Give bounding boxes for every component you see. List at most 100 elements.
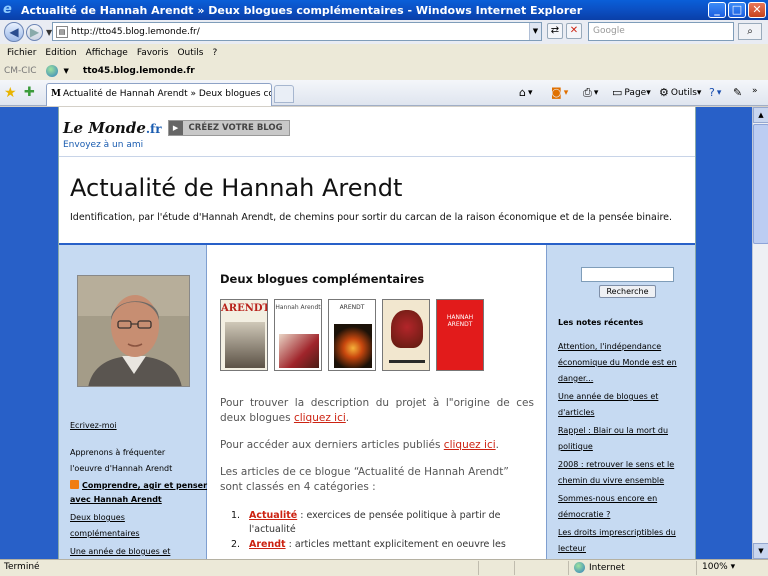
post-paragraph: Les articles de ce blogue “Actualité de … bbox=[220, 465, 534, 494]
recent-post-link[interactable]: Rappel : Blair ou la mort du politique bbox=[558, 423, 688, 455]
lemonde-bar: Le Monde.fr ▶ CRÉEZ VOTRE BLOG bbox=[63, 119, 290, 137]
latest-articles-link[interactable]: cliquez ici bbox=[444, 439, 496, 451]
sidebar-text-line: Apprenons à fréquenter bbox=[70, 448, 166, 457]
tools-menu-label: Outils bbox=[670, 87, 697, 98]
sidebar-page-link[interactable]: Une année de blogues et bbox=[70, 547, 170, 556]
scroll-down-icon[interactable]: ▼ bbox=[753, 543, 768, 559]
category-link[interactable]: Arendt bbox=[249, 539, 286, 550]
logo-main: Le Monde bbox=[63, 119, 146, 137]
menu-favoris[interactable]: Favoris bbox=[137, 48, 169, 58]
blog-title[interactable]: Actualité de Hannah Arendt bbox=[70, 174, 402, 202]
play-icon: ▶ bbox=[168, 121, 183, 135]
recent-post-link[interactable]: Attention, l'indépendance économique du … bbox=[558, 339, 688, 387]
address-row: ◀ ▶ ▼ ▤ http://tto45.blog.lemonde.fr/ ▼ … bbox=[0, 20, 768, 44]
minimize-button[interactable]: _ bbox=[708, 2, 726, 18]
new-tab-button[interactable] bbox=[274, 85, 294, 103]
back-button[interactable]: ◀ bbox=[4, 22, 24, 42]
sidebar-page-link[interactable]: complémentaires bbox=[70, 529, 140, 538]
refresh-go-icon[interactable]: ⇄ bbox=[547, 23, 563, 39]
vertical-scrollbar[interactable]: ▲ ▼ bbox=[752, 107, 768, 559]
page-viewport: Le Monde.fr ▶ CRÉEZ VOTRE BLOG Envoyez à … bbox=[0, 107, 768, 559]
header-divider bbox=[59, 156, 695, 157]
tab-active[interactable]: M Actualité de Hannah Arendt » Deux blogu… bbox=[46, 83, 272, 106]
menu-affichage[interactable]: Affichage bbox=[86, 48, 128, 58]
gear-icon: ⚙ bbox=[659, 86, 669, 99]
author-portrait bbox=[78, 276, 189, 386]
links-dropdown-icon[interactable]: ▼ bbox=[64, 67, 69, 75]
feed-link-label: Comprendre, agir et penser bbox=[82, 481, 208, 490]
description-link[interactable]: cliquez ici bbox=[294, 412, 346, 424]
stop-icon[interactable]: ✕ bbox=[566, 23, 582, 39]
feeds-button[interactable]: ◙ ▾ bbox=[551, 86, 568, 99]
list-number: 1. bbox=[231, 510, 241, 521]
lemonde-logo[interactable]: Le Monde.fr bbox=[63, 119, 162, 137]
recent-post-link[interactable]: Sommes-nous encore en démocratie ? bbox=[558, 491, 688, 523]
post-paragraph: Pour trouver la description du projet à … bbox=[220, 396, 534, 425]
security-zone[interactable]: Internet bbox=[574, 562, 625, 573]
add-favorite-icon[interactable]: ✚ bbox=[24, 85, 35, 100]
status-divider bbox=[696, 561, 697, 575]
research-button[interactable]: ✎ bbox=[733, 86, 744, 99]
book-title: HANNAH ARENDT bbox=[446, 314, 474, 328]
sidebar-feed-link-cont[interactable]: avec Hannah Arendt bbox=[70, 495, 162, 504]
blog-search-button[interactable]: Recherche bbox=[599, 285, 656, 298]
create-blog-button[interactable]: ▶ CRÉEZ VOTRE BLOG bbox=[167, 120, 290, 136]
book-cover[interactable]: Hannah Arendt bbox=[274, 299, 322, 371]
blog-search-input[interactable] bbox=[581, 267, 674, 282]
tools-menu-button[interactable]: ⚙ Outils ▾ bbox=[659, 86, 701, 99]
sidebar-page-link[interactable]: Deux blogues bbox=[70, 513, 125, 522]
search-icon[interactable]: ⌕ bbox=[738, 23, 762, 40]
scroll-thumb[interactable] bbox=[753, 124, 768, 244]
recent-post-link[interactable]: Les droits imprescriptibles du lecteur bbox=[558, 525, 688, 557]
zoom-control[interactable]: 100% ▾ bbox=[702, 562, 735, 572]
menu-edition[interactable]: Edition bbox=[45, 48, 76, 58]
window-title-bar[interactable]: e Actualité de Hannah Arendt » Deux blog… bbox=[0, 0, 768, 20]
menu-fichier[interactable]: Fichier bbox=[7, 48, 36, 58]
print-button[interactable]: ⎙ ▾ bbox=[583, 86, 598, 100]
recent-post-link[interactable]: 2008 : retrouver le sens et le chemin du… bbox=[558, 457, 688, 489]
paragraph-text: Pour accéder aux derniers articles publi… bbox=[220, 439, 444, 451]
post-title: Deux blogues complémentaires bbox=[220, 272, 425, 286]
menu-bar: Fichier Edition Affichage Favoris Outils… bbox=[0, 44, 768, 62]
links-item[interactable]: tto45.blog.lemonde.fr bbox=[83, 66, 195, 76]
status-bar: Terminé Internet 100% ▾ bbox=[0, 559, 768, 576]
category-list: 1. Actualité : exercices de pensée polit… bbox=[220, 509, 534, 552]
contact-link[interactable]: Ecrivez-moi bbox=[70, 421, 117, 430]
page-menu-button[interactable]: ▭ Page ▾ bbox=[612, 86, 651, 99]
logo-suffix: .fr bbox=[145, 122, 162, 136]
book-cover[interactable] bbox=[382, 299, 430, 371]
more-commands-button[interactable]: » bbox=[752, 86, 758, 96]
address-bar[interactable]: ▤ http://tto45.blog.lemonde.fr/ ▼ bbox=[52, 22, 542, 41]
help-button[interactable]: ? ▾ bbox=[709, 86, 721, 99]
home-button[interactable]: ⌂ ▾ bbox=[519, 86, 533, 99]
book-fist-icon bbox=[391, 310, 423, 348]
paragraph-line: sont classés en 4 catégories : bbox=[220, 480, 376, 493]
url-field[interactable]: http://tto45.blog.lemonde.fr/ bbox=[71, 27, 529, 37]
main-content: Deux blogues complémentaires ARENDT Hann… bbox=[208, 245, 546, 559]
paragraph-end: . bbox=[495, 439, 499, 451]
category-link[interactable]: Actualité bbox=[249, 510, 297, 521]
forward-button[interactable]: ▶ bbox=[26, 23, 43, 41]
status-divider bbox=[478, 561, 479, 575]
scroll-up-icon[interactable]: ▲ bbox=[753, 107, 768, 123]
book-cover[interactable]: ARENDT bbox=[328, 299, 376, 371]
zone-label: Internet bbox=[589, 562, 625, 573]
paragraph-text: Pour trouver la description du projet à … bbox=[220, 397, 534, 424]
maximize-button[interactable]: □ bbox=[728, 2, 746, 18]
lemonde-favicon-icon: M bbox=[51, 89, 61, 99]
book-cover[interactable]: HANNAH ARENDT bbox=[436, 299, 484, 371]
book-title: Hannah Arendt bbox=[275, 304, 321, 311]
address-dropdown-icon[interactable]: ▼ bbox=[529, 23, 541, 40]
book-title: ARENDT bbox=[339, 304, 365, 311]
send-friend-link[interactable]: Envoyez à un ami bbox=[63, 140, 143, 150]
menu-help[interactable]: ? bbox=[212, 48, 217, 58]
close-button[interactable]: ✕ bbox=[748, 2, 766, 18]
post-paragraph: Pour accéder aux derniers articles publi… bbox=[220, 438, 534, 453]
page-menu-label: Page bbox=[624, 87, 647, 98]
search-input[interactable]: Google bbox=[588, 22, 734, 41]
recent-post-link[interactable]: Une année de blogues et d'articles bbox=[558, 389, 688, 421]
sidebar-feed-link[interactable]: Comprendre, agir et penser bbox=[70, 480, 207, 490]
menu-outils[interactable]: Outils bbox=[177, 48, 203, 58]
book-cover[interactable]: ARENDT bbox=[220, 299, 268, 371]
favorites-star-icon[interactable]: ★ bbox=[4, 85, 17, 101]
